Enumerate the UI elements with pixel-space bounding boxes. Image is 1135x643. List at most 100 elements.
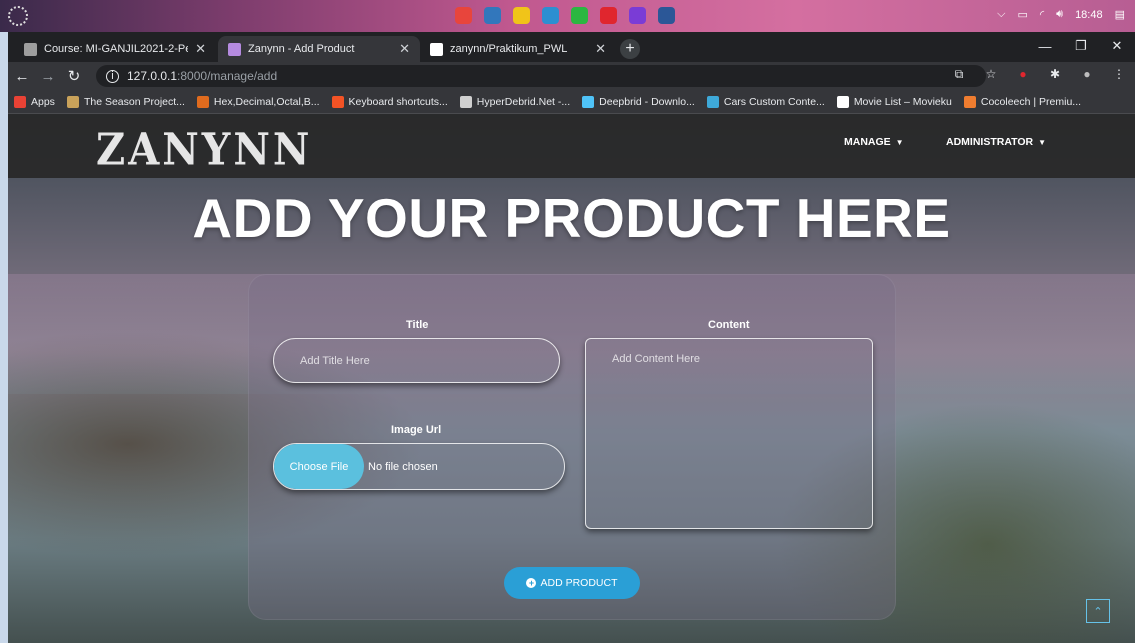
minimize-icon[interactable]: — — [1027, 32, 1063, 60]
tab-add-product[interactable]: Zanynn - Add Product ✕ — [218, 36, 420, 62]
notification-icon[interactable]: ▤ — [1115, 8, 1125, 21]
bookmark-label: Keyboard shortcuts... — [348, 95, 448, 108]
close-icon[interactable]: ✕ — [399, 41, 410, 57]
image-file-input[interactable]: Choose File No file chosen — [273, 443, 565, 490]
add-product-button[interactable]: + ADD PRODUCT — [504, 567, 640, 599]
bookmark-item[interactable]: The Season Project... — [66, 95, 185, 108]
bookmark-favicon-icon — [66, 95, 79, 108]
vscode-icon[interactable] — [542, 7, 559, 24]
tab-title: zanynn/Praktikum_PWL — [450, 43, 568, 55]
bookmark-label: The Season Project... — [83, 95, 185, 108]
tab-title: Zanynn - Add Product — [248, 43, 355, 55]
wifi-icon[interactable]: ◜ — [1040, 8, 1044, 21]
scroll-to-top-button[interactable]: ⌃ — [1086, 599, 1110, 623]
files-icon[interactable] — [513, 7, 530, 24]
os-taskbar: ⌵ ▭ ◜ 🔊︎ 18:48 ▤ — [0, 0, 1135, 32]
app-icon[interactable] — [629, 7, 646, 24]
close-icon[interactable]: ✕ — [595, 41, 606, 57]
reload-icon[interactable]: ↻ — [62, 64, 86, 88]
choose-file-button[interactable]: Choose File — [274, 444, 364, 489]
caret-down-icon: ▼ — [895, 137, 904, 147]
nav-manage-label: MANAGE — [844, 136, 891, 148]
url-host: 127.0.0.1 — [127, 69, 178, 83]
window-controls: — ❐ ✕ — [1027, 32, 1135, 60]
nav-administrator[interactable]: ADMINISTRATOR ▼ — [946, 136, 1046, 148]
bookmark-item[interactable]: Cars Custom Conte... — [706, 95, 825, 108]
bookmark-item[interactable]: Cocoleech | Premiu... — [963, 95, 1082, 108]
opera-extension-icon[interactable]: ● — [1015, 66, 1031, 82]
chevron-up-icon[interactable]: ⌵ — [997, 8, 1005, 21]
add-product-form: Title Content Image Url Choose File No f… — [248, 274, 896, 620]
edge-icon[interactable] — [484, 7, 501, 24]
chevron-up-icon: ⌃ — [1093, 605, 1103, 618]
bookmark-favicon-icon — [706, 95, 719, 108]
url-path: :8000/manage/add — [177, 69, 278, 83]
bookmark-favicon-icon — [459, 95, 472, 108]
bookmark-favicon-icon — [331, 95, 344, 108]
nav-administrator-label: ADMINISTRATOR — [946, 136, 1034, 148]
extensions-puzzle-icon[interactable]: ✱ — [1047, 66, 1063, 82]
bookmark-label: Hex,Decimal,Octal,B... — [213, 95, 320, 108]
moodle-icon — [24, 42, 37, 56]
bookmark-item[interactable]: HyperDebrid.Net -... — [459, 95, 571, 108]
battery-icon[interactable]: ▭ — [1017, 8, 1027, 21]
browser-toolbar: ← → ↻ i 127.0.0.1 :8000/manage/add ⧉ ☆ ●… — [8, 62, 1135, 90]
browser-window: Course: MI-GANJIL2021-2-Pemo ✕ Zanynn - … — [8, 32, 1135, 643]
plus-circle-icon: + — [526, 578, 537, 588]
file-status: No file chosen — [368, 460, 438, 473]
whatsapp-icon[interactable] — [571, 7, 588, 24]
new-tab-button[interactable]: + — [620, 39, 640, 59]
start-icon[interactable] — [8, 6, 28, 26]
content-textarea[interactable] — [585, 338, 873, 529]
opera-icon[interactable] — [600, 7, 617, 24]
word-icon[interactable] — [658, 7, 675, 24]
system-tray: ⌵ ▭ ◜ 🔊︎ 18:48 ▤ — [997, 8, 1125, 21]
image-url-label: Image Url — [391, 424, 442, 436]
translate-icon[interactable]: ⧉ — [951, 66, 967, 82]
restore-icon[interactable]: ❐ — [1063, 32, 1099, 60]
add-product-label: ADD PRODUCT — [540, 577, 618, 589]
bookmark-item[interactable]: Deepbrid - Downlo... — [582, 95, 695, 108]
chrome-icon[interactable] — [455, 7, 472, 24]
github-icon — [430, 42, 443, 56]
taskbar-apps — [455, 7, 675, 24]
bookmark-favicon-icon — [836, 95, 849, 108]
back-icon[interactable]: ← — [10, 64, 34, 88]
bookmark-item[interactable]: Keyboard shortcuts... — [331, 95, 448, 108]
tab-course[interactable]: Course: MI-GANJIL2021-2-Pemo ✕ — [14, 36, 216, 62]
info-icon[interactable]: i — [106, 69, 119, 83]
bookmark-favicon-icon — [963, 95, 976, 108]
bookmark-favicon-icon — [582, 95, 595, 108]
forward-icon[interactable]: → — [36, 64, 60, 88]
bookmark-label: Movie List – Movieku — [853, 95, 952, 108]
content-label: Content — [708, 319, 750, 331]
volume-icon[interactable]: 🔊︎ — [1056, 8, 1063, 21]
bookmark-label: HyperDebrid.Net -... — [476, 95, 571, 108]
bookmarks-bar: Apps The Season Project... Hex,Decimal,Oct… — [8, 90, 1135, 114]
close-icon[interactable]: ✕ — [195, 41, 206, 57]
menu-kebab-icon[interactable]: ⋮ — [1111, 66, 1127, 82]
title-label: Title — [406, 319, 429, 331]
bookmark-favicon-icon — [14, 95, 26, 108]
bookmark-label: Deepbrid - Downlo... — [599, 95, 695, 108]
bookmark-favicon-icon — [196, 95, 209, 108]
clock[interactable]: 18:48 — [1075, 9, 1103, 21]
site-logo[interactable]: ZANYNN — [96, 124, 312, 176]
tab-github[interactable]: zanynn/Praktikum_PWL ✕ — [420, 36, 616, 62]
bookmark-item[interactable]: Apps — [14, 95, 55, 108]
bookmark-star-icon[interactable]: ☆ — [983, 66, 999, 82]
bookmark-item[interactable]: Hex,Decimal,Octal,B... — [196, 95, 320, 108]
caret-down-icon: ▼ — [1038, 137, 1047, 147]
profile-avatar-icon[interactable]: ● — [1079, 66, 1095, 82]
bookmark-label: Cocoleech | Premiu... — [980, 95, 1082, 108]
tab-strip: Course: MI-GANJIL2021-2-Pemo ✕ Zanynn - … — [8, 32, 1135, 62]
zanynn-favicon-icon — [228, 42, 241, 56]
close-window-icon[interactable]: ✕ — [1099, 32, 1135, 60]
nav-manage[interactable]: MANAGE ▼ — [844, 136, 904, 148]
bookmark-item[interactable]: Movie List – Movieku — [836, 95, 952, 108]
title-input[interactable] — [273, 338, 560, 383]
bookmark-label: Cars Custom Conte... — [723, 95, 825, 108]
address-bar[interactable]: i 127.0.0.1 :8000/manage/add — [96, 65, 986, 87]
site-navbar: ZANYNN MANAGE ▼ ADMINISTRATOR ▼ — [8, 114, 1135, 178]
tab-title: Course: MI-GANJIL2021-2-Pemo — [44, 43, 188, 55]
